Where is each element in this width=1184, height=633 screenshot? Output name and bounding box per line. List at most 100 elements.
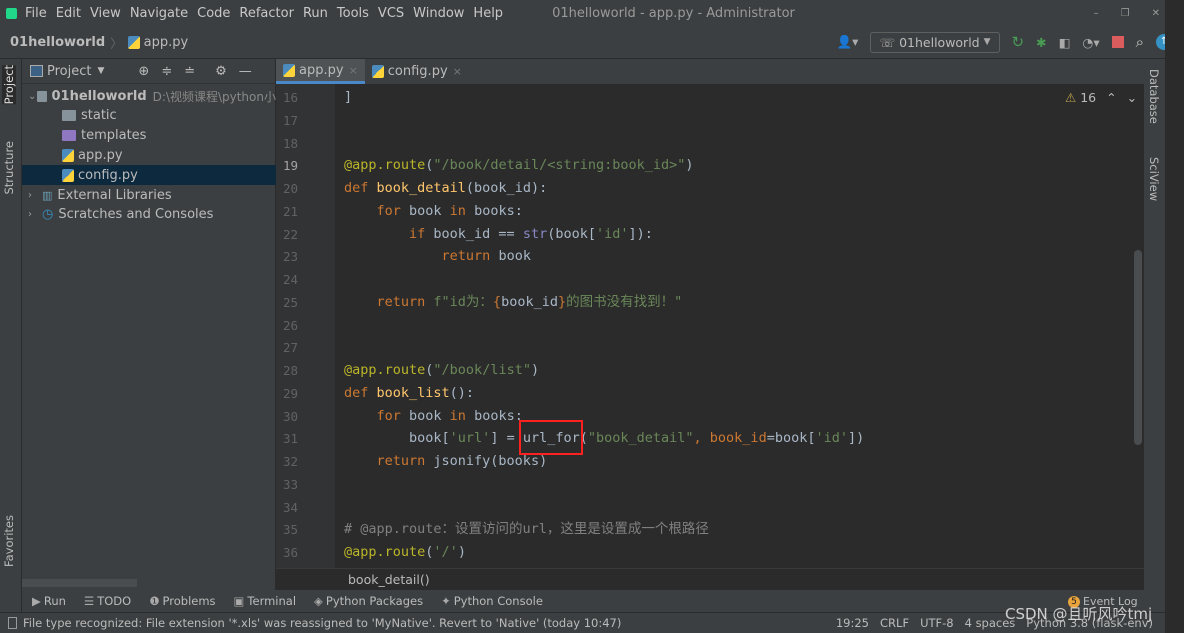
previous-highlight-icon[interactable]: ⌃ — [1106, 90, 1116, 105]
menu-file[interactable]: File — [25, 6, 47, 21]
code-token: return — [344, 248, 499, 265]
code-token: books: — [474, 407, 523, 424]
folder-icon — [37, 90, 47, 102]
project-panel: Project ▼ ⊕ ≑ ≐ ⚙ — ⌄ 01helloworld D:\视频课程… — [22, 59, 276, 590]
code-token: @app.route — [344, 157, 426, 174]
menu-navigate[interactable]: Navigate — [130, 6, 188, 21]
project-tool-tab[interactable]: Project — [2, 65, 16, 105]
todo-icon: ☰ — [83, 594, 95, 608]
line-number: 25 — [282, 294, 298, 310]
tool-run[interactable]: ▶ Run — [32, 594, 66, 608]
chevron-down-icon[interactable]: ▼ — [97, 66, 104, 76]
line-number: 22 — [282, 226, 298, 242]
code-token: @app.route — [344, 362, 426, 378]
code-token: in — [449, 202, 475, 219]
tab-app-py[interactable]: app.py × — [276, 59, 365, 84]
chevron-right-icon[interactable]: › — [28, 190, 42, 201]
breadcrumb-project[interactable]: 01helloworld — [10, 35, 105, 50]
code-token: book — [498, 248, 531, 265]
menu-window[interactable]: Window — [413, 6, 464, 21]
sciview-tool-tab[interactable]: SciView — [1147, 157, 1161, 201]
status-message[interactable]: File type recognized: File extension '*.… — [23, 616, 621, 630]
inspection-widget[interactable]: ⚠ 16 ⌃ ⌄ — [1065, 90, 1137, 105]
menu-code[interactable]: Code — [197, 6, 230, 21]
tree-item[interactable]: static — [22, 106, 276, 126]
breadcrumb-file[interactable]: app.py — [144, 35, 189, 50]
next-highlight-icon[interactable]: ⌄ — [1127, 90, 1137, 105]
tool-python-packages[interactable]: ◈ Python Packages — [314, 594, 423, 608]
file-encoding[interactable]: UTF-8 — [920, 616, 954, 630]
python-file-icon — [283, 63, 295, 77]
menu-view[interactable]: View — [90, 6, 121, 21]
tool-python-console[interactable]: ✦ Python Console — [441, 594, 543, 608]
code-token: ) — [530, 362, 540, 378]
code-token: if — [344, 225, 434, 242]
debug-icon[interactable]: ✱ — [1036, 35, 1046, 50]
chevron-down-icon[interactable]: ⌄ — [28, 91, 37, 102]
user-icon[interactable]: 👤▾ — [837, 34, 859, 50]
locate-icon[interactable]: ⊕ — [138, 64, 149, 79]
editor-breadcrumb[interactable]: book_detail() — [276, 568, 1144, 590]
close-tab-icon[interactable]: × — [453, 65, 462, 78]
line-separator[interactable]: CRLF — [880, 616, 909, 630]
favorites-tool-tab[interactable]: Favorites — [2, 515, 16, 567]
menu-edit[interactable]: Edit — [56, 6, 81, 21]
close-button[interactable]: ✕ — [1152, 8, 1160, 19]
hide-icon[interactable]: — — [239, 64, 252, 79]
tree-item-label: External Libraries — [57, 187, 172, 203]
collapse-all-icon[interactable]: ≐ — [184, 64, 195, 79]
rerun-icon[interactable]: ↻ — [1012, 33, 1025, 51]
menu-tools[interactable]: Tools — [337, 6, 369, 21]
stop-icon[interactable] — [1111, 36, 1124, 48]
tree-item[interactable]: templates — [22, 126, 276, 146]
code-token: 的图书没有找到！" — [566, 293, 683, 310]
editor-tabs: app.py × config.py × — [276, 59, 1144, 84]
database-tool-tab[interactable]: Database — [1147, 69, 1161, 124]
search-icon[interactable]: ⌕ — [1136, 33, 1144, 51]
tree-item[interactable]: ⌄ 01helloworld D:\视频课程\python小 — [22, 86, 276, 106]
notification-icon[interactable] — [8, 617, 17, 629]
line-number: 16 — [282, 90, 298, 105]
menu-vcs[interactable]: VCS — [378, 6, 404, 21]
tab-config-py[interactable]: config.py × — [365, 59, 469, 84]
line-number: 34 — [282, 499, 298, 515]
tool-terminal[interactable]: ▣ Terminal — [234, 594, 296, 608]
maximize-button[interactable]: ❐ — [1121, 8, 1130, 19]
profile-icon[interactable]: ◔▾ — [1082, 35, 1099, 50]
chevron-right-icon[interactable]: › — [28, 209, 42, 220]
left-tool-strip: Project Structure Favorites — [0, 59, 22, 612]
close-tab-icon[interactable]: × — [349, 64, 358, 77]
tree-item[interactable]: › ▥ External Libraries — [22, 185, 276, 205]
run-config-dropdown[interactable]: ☏ 01helloworld ▼ — [870, 31, 1000, 53]
line-number: 24 — [282, 272, 298, 287]
minimize-button[interactable]: – — [1094, 8, 1099, 19]
project-view-dropdown[interactable]: Project — [47, 64, 91, 79]
code-token: book_id — [501, 293, 558, 310]
editor-scrollbar[interactable] — [1134, 250, 1142, 445]
menu-help[interactable]: Help — [473, 6, 503, 21]
horizontal-scrollbar[interactable] — [22, 579, 137, 587]
line-number: 30 — [282, 408, 298, 424]
menu-refactor[interactable]: Refactor — [239, 6, 294, 21]
tool-todo[interactable]: ☰ TODO — [84, 594, 131, 608]
expand-all-icon[interactable]: ≑ — [161, 64, 172, 79]
caret-position[interactable]: 19:25 — [836, 616, 869, 630]
code-line: def book_detail(book_id): — [344, 177, 547, 200]
menu-run[interactable]: Run — [303, 6, 328, 21]
run-icon: ▶ — [32, 594, 41, 608]
structure-tool-tab[interactable]: Structure — [2, 141, 16, 195]
code-editor[interactable]: ] @app.route("/book/detail/<string:book_i… — [335, 84, 1143, 568]
scratches-icon: ◷ — [42, 207, 54, 223]
code-line: @app.route("/book/list") — [344, 359, 539, 382]
tree-item[interactable]: › ◷ Scratches and Consoles — [22, 205, 276, 225]
code-token: return — [344, 453, 434, 469]
tree-item[interactable]: config.py — [22, 165, 276, 186]
gear-icon[interactable]: ⚙ — [215, 64, 227, 79]
tree-item[interactable]: app.py — [22, 145, 276, 165]
code-token: '/' — [433, 544, 458, 560]
tool-label: Python Console — [453, 594, 543, 608]
code-line: return jsonify(books) — [344, 450, 548, 473]
navigation-bar: 01helloworld 〉 app.py 👤▾ ☏ 01helloworld … — [0, 26, 1184, 59]
coverage-icon[interactable]: ◧ — [1059, 35, 1071, 50]
tool-problems[interactable]: ❶ Problems — [149, 594, 215, 608]
